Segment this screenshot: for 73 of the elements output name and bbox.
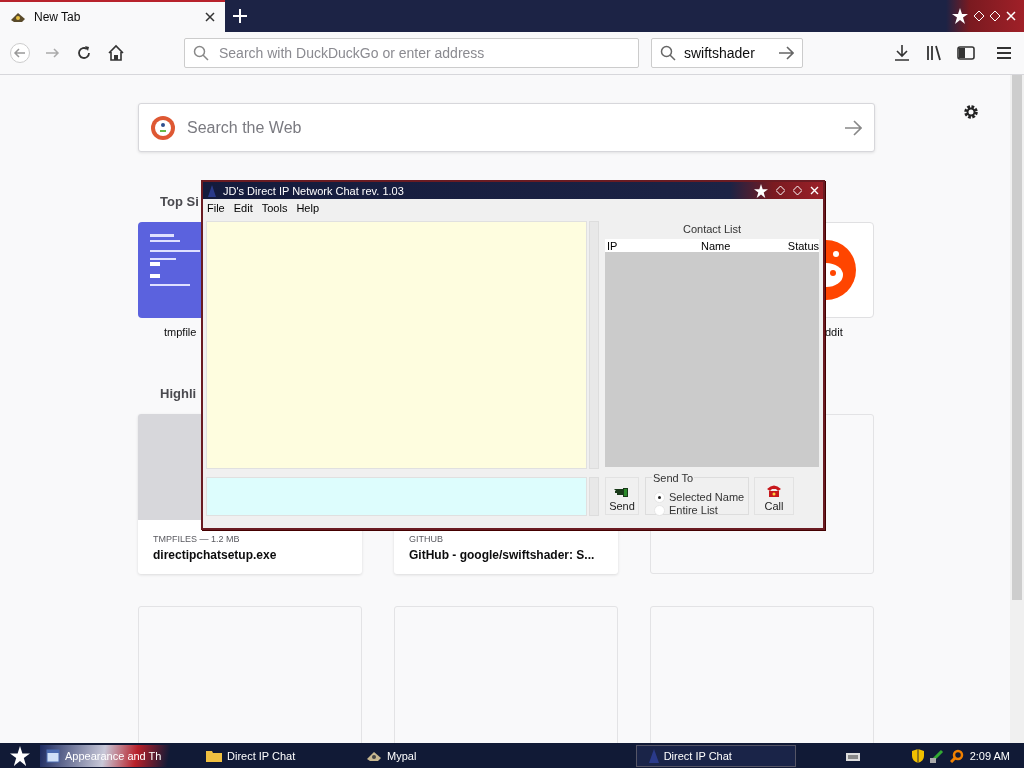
section-heading: Top Si — [159, 194, 199, 209]
radio-label: Selected Name — [669, 491, 745, 503]
minimize-icon[interactable] — [974, 11, 984, 21]
start-star-icon[interactable] — [10, 745, 30, 766]
pointing-hand-icon — [614, 486, 630, 498]
star-icon[interactable] — [952, 8, 968, 24]
taskbar-button[interactable]: Direct IP Chat — [635, 744, 796, 767]
browser-tab[interactable]: New Tab — [0, 0, 225, 32]
magnifier-icon[interactable] — [949, 748, 964, 763]
menu-item[interactable]: Tools — [259, 202, 293, 214]
card-title: directipchatsetup.exe — [153, 548, 277, 562]
library-icon[interactable] — [924, 43, 944, 63]
column-header[interactable]: Status — [787, 239, 819, 252]
column-header[interactable]: Name — [700, 239, 731, 252]
minimize-icon[interactable] — [776, 186, 785, 195]
radio-button[interactable] — [654, 504, 665, 516]
card-source: TMPFILES — 1.2 MB — [153, 534, 240, 544]
keyboard-icon[interactable] — [845, 750, 860, 761]
menu-item[interactable]: Edit — [231, 202, 258, 214]
folder-icon — [206, 749, 222, 762]
menu-item[interactable]: File — [205, 202, 230, 214]
radio-button[interactable] — [654, 491, 665, 503]
window-icon — [46, 748, 60, 763]
address-bar[interactable]: Search with DuckDuckGo or enter address — [184, 38, 639, 68]
window-title: JD's Direct IP Network Chat rev. 1.03 — [223, 184, 404, 197]
clock: 2:09 AM — [969, 749, 1010, 762]
search-field[interactable]: swiftshader — [682, 44, 772, 62]
taskbar-button[interactable]: Mypal — [360, 744, 520, 767]
network-icon[interactable] — [929, 748, 944, 763]
download-icon[interactable] — [892, 43, 912, 63]
site-label[interactable]: tmpfile — [164, 326, 197, 338]
send-button[interactable]: Send — [605, 477, 639, 515]
search-icon — [660, 45, 676, 61]
sidebar-icon[interactable] — [956, 43, 976, 63]
radio-label: Entire List — [669, 504, 718, 516]
settings-icon[interactable] — [962, 103, 980, 121]
tab-title: New Tab — [34, 10, 82, 24]
star-icon[interactable] — [754, 183, 768, 198]
card-title: GitHub - google/swiftshader: S... — [409, 548, 595, 562]
card-source: GITHUB — [409, 534, 443, 544]
menu-item[interactable]: Help — [294, 202, 324, 214]
web-search-field[interactable]: Search the Web — [185, 117, 834, 138]
maximize-icon[interactable] — [990, 11, 1000, 21]
message-field[interactable] — [206, 477, 587, 516]
app-icon — [207, 184, 217, 197]
scrollbar-thumb[interactable] — [1012, 75, 1022, 600]
taskbar-button[interactable]: Direct IP Chat — [200, 744, 360, 767]
shield-icon[interactable] — [911, 748, 924, 763]
back-icon[interactable] — [10, 43, 30, 63]
search-bar[interactable]: swiftshader — [651, 38, 803, 68]
hat-icon — [10, 10, 26, 24]
telephone-icon — [766, 484, 782, 498]
taskbar-label: Mypal — [387, 749, 417, 762]
new-tab-icon[interactable] — [233, 9, 247, 23]
home-icon[interactable] — [106, 43, 126, 63]
maximize-icon[interactable] — [793, 186, 802, 195]
site-label[interactable]: ddit — [825, 326, 843, 338]
contact-list-label: Contact List — [681, 223, 743, 237]
address-field[interactable]: Search with DuckDuckGo or enter address — [217, 44, 630, 62]
app-icon — [648, 748, 659, 763]
section-heading: Highli — [159, 386, 197, 401]
duck-logo-icon — [151, 115, 175, 140]
column-header[interactable]: IP — [607, 239, 618, 252]
search-icon — [193, 45, 209, 61]
group-label: Send To — [652, 472, 695, 484]
taskbar-label: Direct IP Chat — [227, 749, 296, 762]
web-search-box[interactable]: Search the Web — [138, 103, 875, 152]
call-button[interactable]: Call — [754, 477, 794, 515]
hat-icon — [366, 749, 382, 762]
close-icon[interactable] — [205, 12, 215, 22]
arrow-icon[interactable] — [778, 45, 794, 61]
taskbar-label: Direct IP Chat — [663, 749, 732, 762]
arrow-icon[interactable] — [844, 118, 862, 137]
